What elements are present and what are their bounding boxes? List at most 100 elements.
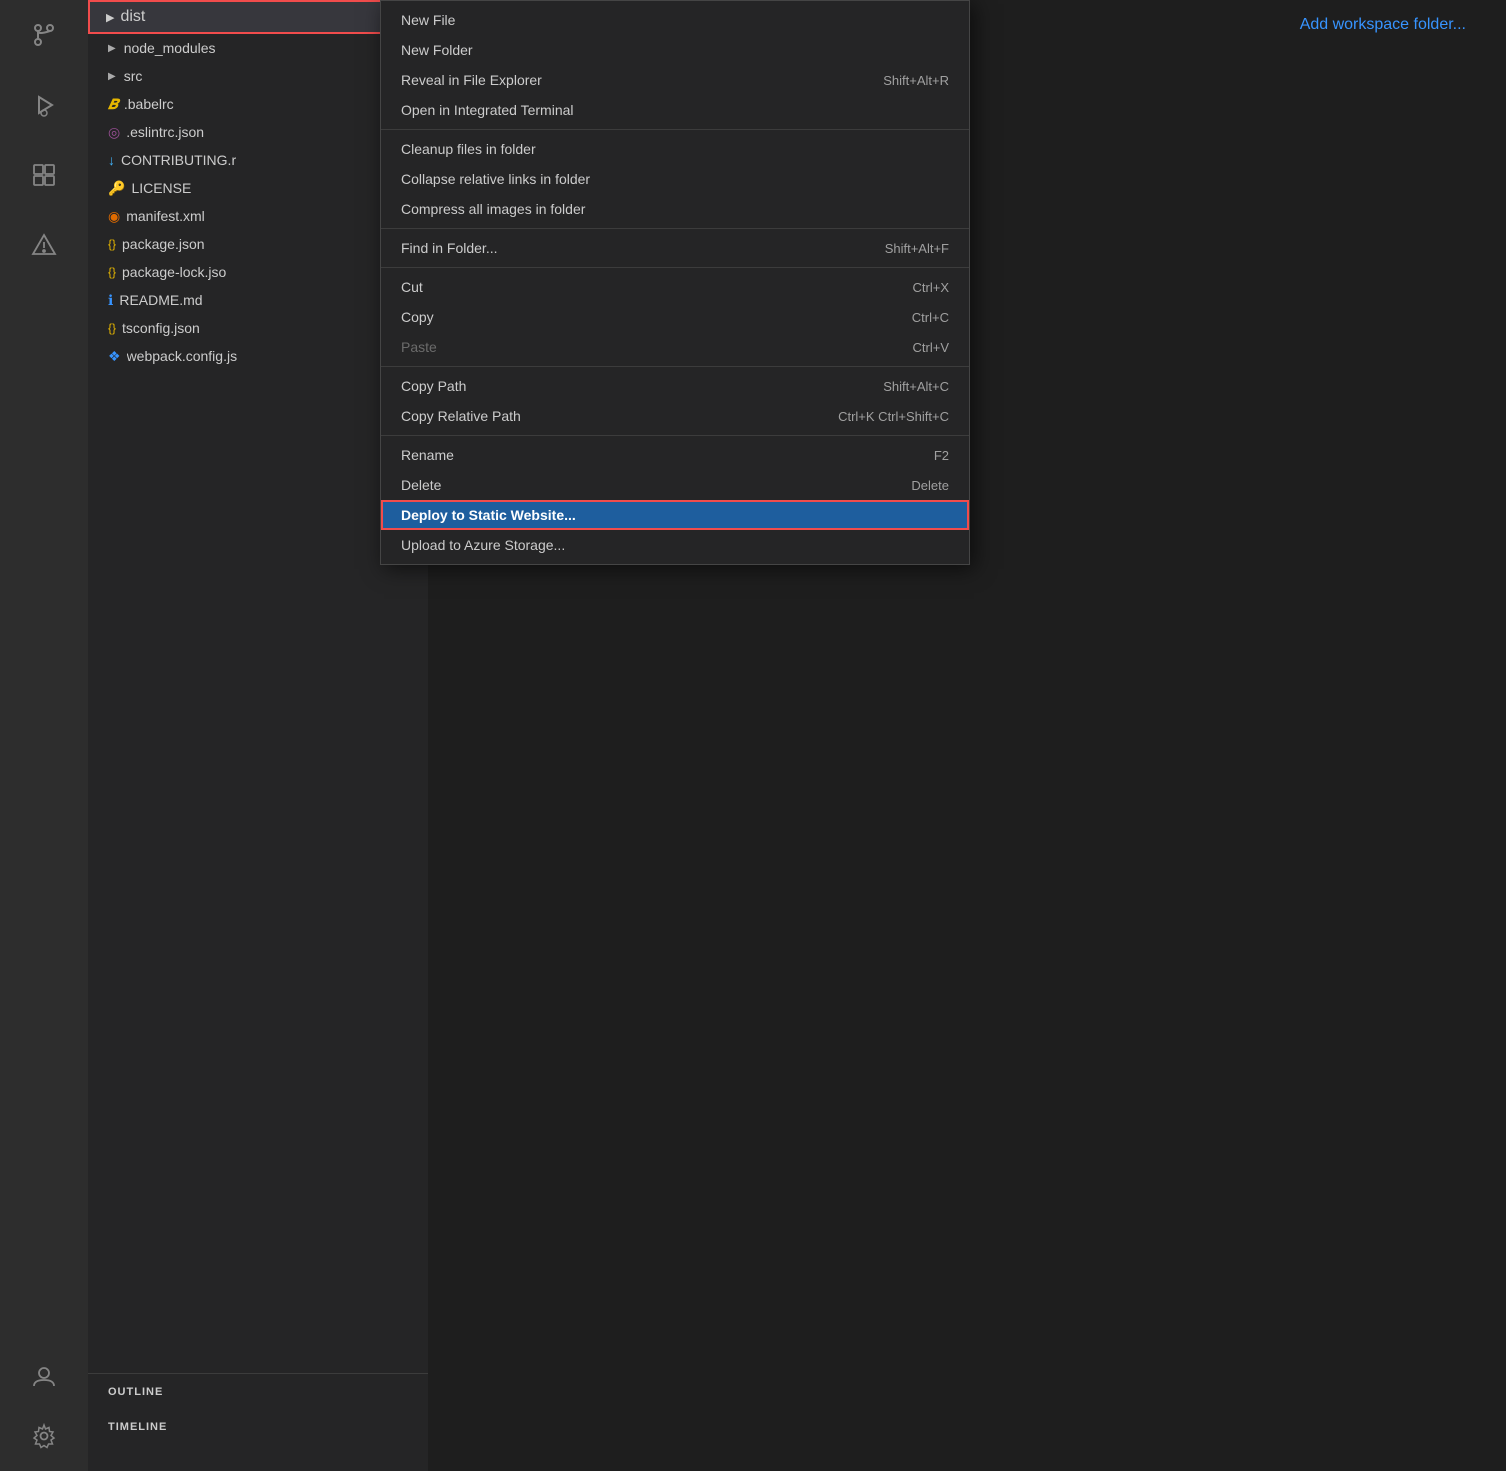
menu-label: Compress all images in folder <box>401 201 585 217</box>
file-item-node-modules[interactable]: ▶ node_modules <box>88 34 428 62</box>
menu-item-deploy-static[interactable]: Deploy to Static Website... <box>381 500 969 530</box>
menu-item-reveal-explorer[interactable]: Reveal in File Explorer Shift+Alt+R <box>381 65 969 95</box>
file-name: README.md <box>119 292 202 308</box>
menu-separator <box>381 435 969 436</box>
menu-shortcut: Shift+Alt+R <box>883 73 949 88</box>
timeline-label: TIMELINE <box>108 1421 167 1433</box>
menu-separator <box>381 366 969 367</box>
file-name: webpack.config.js <box>127 348 238 364</box>
file-item-tsconfig[interactable]: {} tsconfig.json <box>88 314 428 342</box>
file-item-babelrc[interactable]: 𝑩 .babelrc <box>88 90 428 118</box>
tsconfig-icon: {} <box>108 321 116 335</box>
add-workspace-folder-link[interactable]: Add workspace folder... <box>1300 16 1466 34</box>
file-item-package[interactable]: {} package.json <box>88 230 428 258</box>
menu-label: Cleanup files in folder <box>401 141 536 157</box>
menu-label: Cut <box>401 279 423 295</box>
menu-item-copy-path[interactable]: Copy Path Shift+Alt+C <box>381 371 969 401</box>
file-name: src <box>124 68 143 84</box>
menu-separator <box>381 267 969 268</box>
file-name: LICENSE <box>131 180 191 196</box>
menu-item-new-folder[interactable]: New Folder <box>381 35 969 65</box>
source-control-icon[interactable] <box>19 10 69 60</box>
menu-item-cut[interactable]: Cut Ctrl+X <box>381 272 969 302</box>
run-debug-icon[interactable] <box>19 80 69 130</box>
file-item-src[interactable]: ▶ src <box>88 62 428 90</box>
readme-icon: ℹ <box>108 292 113 309</box>
package-lock-icon: {} <box>108 265 116 279</box>
activity-bar <box>0 0 88 1471</box>
file-name: CONTRIBUTING.r <box>121 152 236 168</box>
context-menu: New File New Folder Reveal in File Explo… <box>380 0 970 565</box>
menu-shortcut: Ctrl+C <box>912 310 949 325</box>
menu-shortcut: Ctrl+V <box>913 340 949 355</box>
menu-item-paste: Paste Ctrl+V <box>381 332 969 362</box>
manifest-icon: ◉ <box>108 208 120 225</box>
menu-label: Collapse relative links in folder <box>401 171 590 187</box>
account-icon[interactable] <box>19 1351 69 1401</box>
license-icon: 🔑 <box>108 180 125 197</box>
file-name: .eslintrc.json <box>126 124 204 140</box>
file-name: .babelrc <box>124 96 174 112</box>
timeline-section[interactable]: TIMELINE <box>88 1409 428 1441</box>
menu-item-rename[interactable]: Rename F2 <box>381 440 969 470</box>
menu-separator <box>381 129 969 130</box>
menu-label: Delete <box>401 477 441 493</box>
settings-icon[interactable] <box>19 1411 69 1461</box>
file-item-license[interactable]: 🔑 LICENSE <box>88 174 428 202</box>
chevron-right-icon: ▶ <box>108 71 116 82</box>
file-item-eslintrc[interactable]: ◎ .eslintrc.json <box>88 118 428 146</box>
menu-label: Paste <box>401 339 437 355</box>
menu-label: New File <box>401 12 455 28</box>
file-name-dist: dist <box>120 8 145 26</box>
package-icon: {} <box>108 237 116 251</box>
file-name: tsconfig.json <box>122 320 200 336</box>
file-item-readme[interactable]: ℹ README.md <box>88 286 428 314</box>
menu-label: Copy Path <box>401 378 466 394</box>
menu-label: Upload to Azure Storage... <box>401 537 565 553</box>
menu-separator <box>381 228 969 229</box>
menu-item-find-in-folder[interactable]: Find in Folder... Shift+Alt+F <box>381 233 969 263</box>
file-explorer: ▶ dist ▶ node_modules ▶ src 𝑩 .babelrc ◎… <box>88 0 428 1471</box>
menu-label: Find in Folder... <box>401 240 498 256</box>
file-name: node_modules <box>124 40 216 56</box>
menu-item-open-terminal[interactable]: Open in Integrated Terminal <box>381 95 969 125</box>
file-item-manifest[interactable]: ◉ manifest.xml <box>88 202 428 230</box>
menu-item-copy[interactable]: Copy Ctrl+C <box>381 302 969 332</box>
menu-shortcut: Shift+Alt+C <box>883 379 949 394</box>
chevron-right-icon: ▶ <box>106 11 114 24</box>
file-name: manifest.xml <box>126 208 205 224</box>
outline-label: OUTLINE <box>108 1386 163 1398</box>
menu-label: New Folder <box>401 42 473 58</box>
outline-section[interactable]: OUTLINE <box>88 1373 428 1406</box>
webpack-icon: ❖ <box>108 348 121 365</box>
menu-shortcut: F2 <box>934 448 949 463</box>
menu-label: Copy Relative Path <box>401 408 521 424</box>
babelrc-icon: 𝑩 <box>108 96 118 113</box>
menu-shortcut: Shift+Alt+F <box>885 241 949 256</box>
eslint-icon: ◎ <box>108 124 120 141</box>
menu-item-upload-azure[interactable]: Upload to Azure Storage... <box>381 530 969 560</box>
menu-label: Rename <box>401 447 454 463</box>
file-name: package-lock.jso <box>122 264 226 280</box>
menu-item-delete[interactable]: Delete Delete <box>381 470 969 500</box>
chevron-right-icon: ▶ <box>108 43 116 54</box>
extensions-icon[interactable] <box>19 150 69 200</box>
activity-bar-bottom <box>0 1351 88 1461</box>
contributing-icon: ↓ <box>108 152 115 168</box>
menu-shortcut: Ctrl+K Ctrl+Shift+C <box>838 409 949 424</box>
menu-label: Open in Integrated Terminal <box>401 102 574 118</box>
file-item-package-lock[interactable]: {} package-lock.jso <box>88 258 428 286</box>
warning-icon[interactable] <box>19 220 69 270</box>
menu-shortcut: Delete <box>911 478 949 493</box>
menu-item-copy-relative-path[interactable]: Copy Relative Path Ctrl+K Ctrl+Shift+C <box>381 401 969 431</box>
menu-label: Copy <box>401 309 434 325</box>
file-item-webpack[interactable]: ❖ webpack.config.js <box>88 342 428 370</box>
menu-item-collapse-links[interactable]: Collapse relative links in folder <box>381 164 969 194</box>
menu-item-cleanup-files[interactable]: Cleanup files in folder <box>381 134 969 164</box>
menu-shortcut: Ctrl+X <box>913 280 949 295</box>
menu-item-compress-images[interactable]: Compress all images in folder <box>381 194 969 224</box>
file-item-contributing[interactable]: ↓ CONTRIBUTING.r <box>88 146 428 174</box>
file-item-dist[interactable]: ▶ dist <box>88 0 428 34</box>
menu-item-new-file[interactable]: New File <box>381 5 969 35</box>
file-name: package.json <box>122 236 205 252</box>
